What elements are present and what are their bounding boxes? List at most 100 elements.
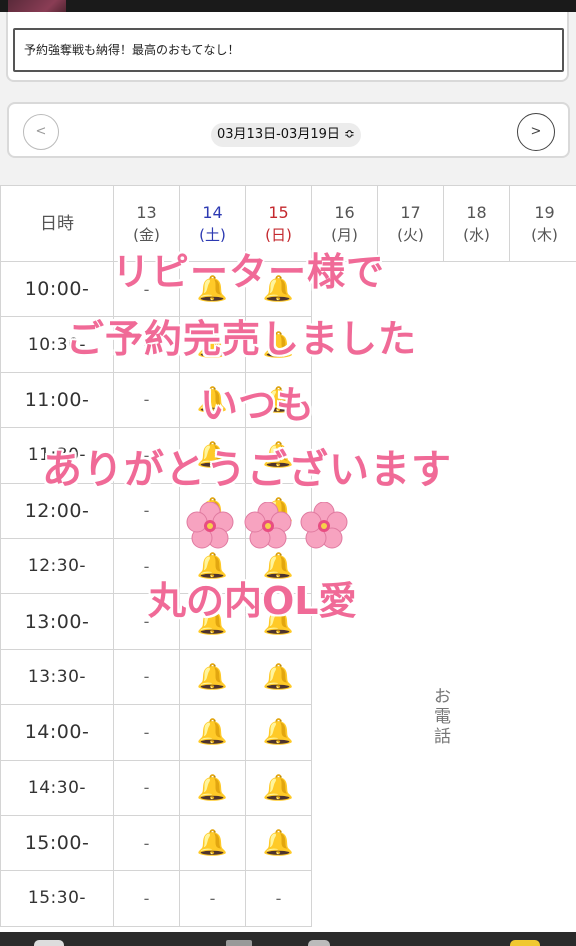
booked-slot[interactable]: 🔔: [245, 537, 312, 595]
day-number: 17: [400, 202, 421, 222]
day-header: 16 (月): [311, 185, 378, 262]
date-range-select[interactable]: 03月13日-03月19日 ≎: [211, 123, 361, 147]
bell-icon: 🔔: [196, 606, 229, 636]
bell-icon: 🔔: [262, 551, 295, 581]
booked-slot[interactable]: 🔔: [245, 814, 312, 872]
unavailable-slot: -: [113, 316, 180, 373]
booked-slot[interactable]: 🔔: [245, 316, 312, 373]
time-slot-label: 14:30-: [0, 759, 114, 816]
time-slot-label: 15:00-: [0, 814, 114, 872]
day-number: 16: [334, 202, 355, 222]
day-number: 18: [466, 202, 487, 222]
message-text: 予約強奪戦も納得！最高のおもてなし！: [13, 28, 564, 72]
prev-week-button[interactable]: <: [23, 114, 59, 150]
time-slot-label: 10:30-: [0, 316, 114, 373]
booked-slot[interactable]: 🔔: [179, 371, 246, 429]
bell-icon: 🔔: [196, 772, 229, 802]
bell-icon: 🔔: [262, 329, 295, 359]
nav-icon[interactable]: [34, 940, 64, 946]
booked-slot[interactable]: 🔔: [179, 482, 246, 539]
booked-slot[interactable]: 🔔: [179, 648, 246, 706]
bell-icon: 🔔: [262, 606, 295, 636]
schedule-table: 日時 13 (金) 14 (土) 15 (日) 16 (月) 17 (火) 18 (水) 19 (木) 1…: [0, 185, 576, 940]
unavailable-slot: -: [113, 814, 180, 872]
day-header: 15 (日): [245, 185, 312, 262]
bell-icon: 🔔: [262, 717, 295, 747]
bell-icon: 🔔: [262, 495, 295, 525]
time-slot-label: 11:30-: [0, 427, 114, 484]
booked-slot[interactable]: 🔔: [179, 814, 246, 872]
day-header: 19 (木): [509, 185, 576, 262]
unavailable-slot: -: [179, 870, 246, 927]
unavailable-slot: -: [113, 482, 180, 539]
booked-slot[interactable]: 🔔: [179, 316, 246, 373]
booked-slot[interactable]: 🔔: [245, 648, 312, 706]
bell-icon: 🔔: [196, 440, 229, 470]
day-weekday: (水): [463, 225, 490, 244]
booked-slot[interactable]: 🔔: [245, 759, 312, 816]
booked-slot[interactable]: 🔔: [245, 371, 312, 429]
next-week-button[interactable]: >: [517, 113, 555, 151]
booked-slot[interactable]: 🔔: [245, 427, 312, 484]
closed-days-area: [311, 261, 576, 927]
time-slot-label: 10:00-: [0, 260, 114, 318]
day-weekday: (火): [397, 225, 424, 244]
day-header: 14 (土): [179, 185, 246, 262]
bell-icon: 🔔: [196, 661, 229, 691]
date-navigation: < 03月13日-03月19日 ≎ >: [7, 102, 570, 158]
bell-icon: 🔔: [262, 274, 295, 304]
bottom-navigation-bar: [0, 932, 576, 946]
time-slot-label: 15:30-: [0, 870, 114, 927]
booked-slot[interactable]: 🔔: [179, 593, 246, 650]
booked-slot[interactable]: 🔔: [245, 593, 312, 650]
booked-slot[interactable]: 🔔: [245, 704, 312, 761]
time-slot-label: 14:00-: [0, 704, 114, 761]
nav-icon[interactable]: [308, 940, 330, 946]
booked-slot[interactable]: 🔔: [179, 704, 246, 761]
bell-icon: 🔔: [196, 551, 229, 581]
bell-icon: 🔔: [262, 772, 295, 802]
unavailable-slot: -: [113, 648, 180, 706]
day-header: 13 (金): [113, 185, 180, 262]
day-weekday: (月): [331, 225, 358, 244]
status-bar: [0, 0, 576, 22]
bell-icon: 🔔: [196, 828, 229, 858]
bell-icon: 🔔: [196, 495, 229, 525]
booked-slot[interactable]: 🔔: [179, 537, 246, 595]
unavailable-slot: -: [113, 593, 180, 650]
unavailable-slot: -: [245, 870, 312, 927]
booked-slot[interactable]: 🔔: [179, 260, 246, 318]
day-weekday: (金): [133, 225, 160, 244]
nav-icon[interactable]: [226, 940, 252, 946]
day-number: 13: [136, 202, 157, 222]
unavailable-slot: -: [113, 870, 180, 927]
unavailable-slot: -: [113, 371, 180, 429]
day-number: 14: [202, 202, 223, 222]
day-number: 19: [534, 202, 555, 222]
unavailable-slot: -: [113, 260, 180, 318]
unavailable-slot: -: [113, 427, 180, 484]
unavailable-slot: -: [113, 537, 180, 595]
day-header: 17 (火): [377, 185, 444, 262]
bell-icon: 🔔: [196, 384, 229, 414]
day-header: 18 (水): [443, 185, 510, 262]
day-weekday: (土): [199, 225, 226, 244]
bell-icon: 🔔: [262, 661, 295, 691]
unavailable-slot: -: [113, 704, 180, 761]
day-weekday: (木): [531, 225, 558, 244]
bell-icon: 🔔: [196, 717, 229, 747]
time-slot-label: 12:00-: [0, 482, 114, 539]
booked-slot[interactable]: 🔔: [245, 482, 312, 539]
unavailable-slot: -: [113, 759, 180, 816]
phone-note: お電話: [434, 687, 451, 747]
time-slot-label: 12:30-: [0, 537, 114, 595]
booked-slot[interactable]: 🔔: [245, 260, 312, 318]
bell-icon: 🔔: [196, 329, 229, 359]
table-row: 10:00- - 🔔 🔔: [0, 260, 576, 927]
day-number: 15: [268, 202, 289, 222]
nav-icon[interactable]: [510, 940, 540, 946]
corner-header: 日時: [0, 185, 114, 262]
bell-icon: 🔔: [196, 274, 229, 304]
booked-slot[interactable]: 🔔: [179, 427, 246, 484]
booked-slot[interactable]: 🔔: [179, 759, 246, 816]
